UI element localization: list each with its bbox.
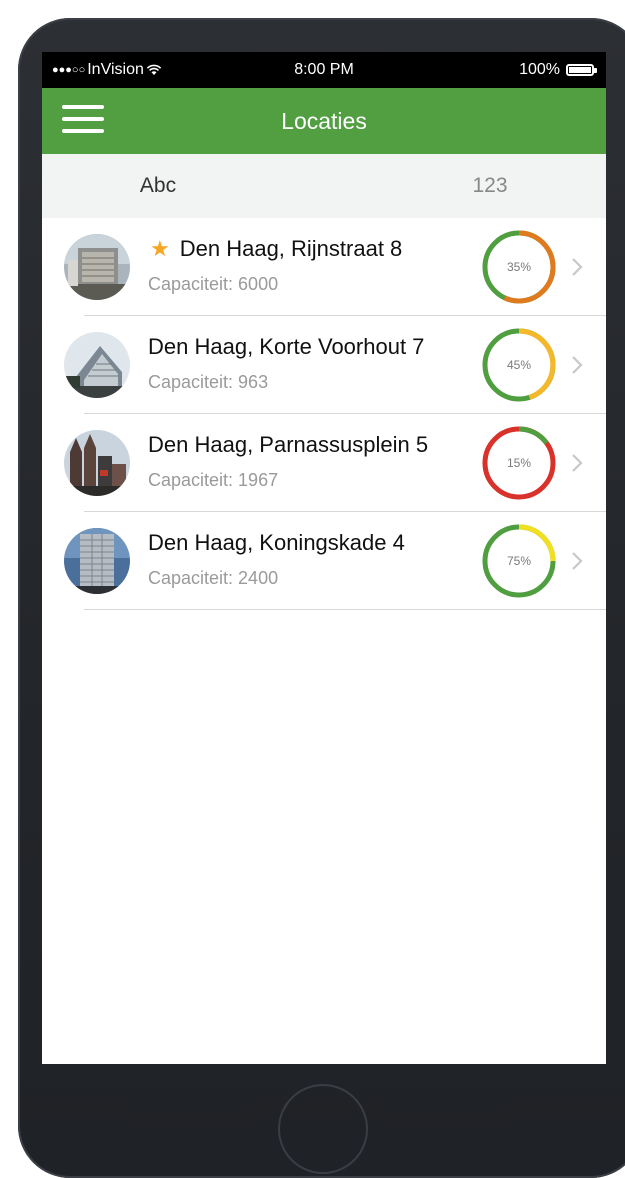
location-capacity: Capaciteit: 1967 (148, 470, 279, 490)
page-title: Locaties (281, 108, 367, 134)
nav-bar: Locaties (42, 88, 606, 154)
chevron-right-icon (572, 258, 583, 276)
building-thumbnail (64, 234, 130, 300)
location-name: Den Haag, Koningskade 4 (148, 530, 405, 555)
battery-percentage: 100% (519, 61, 560, 78)
location-capacity: Capaciteit: 2400 (148, 568, 279, 588)
status-bar: ●●●○○ InVision 8:00 PM 100% (42, 52, 606, 88)
occupancy-label: 45% (506, 358, 532, 372)
tab-123[interactable]: 123 (334, 154, 606, 218)
building-thumbnail (64, 332, 130, 398)
tab-abc[interactable]: Abc (42, 154, 334, 218)
building-thumbnail (64, 430, 130, 496)
chevron-right-icon (572, 356, 583, 374)
occupancy-label: 75% (506, 554, 532, 568)
location-name: Den Haag, Parnassusplein 5 (148, 432, 429, 457)
status-right: 100% (519, 61, 597, 79)
list-item[interactable]: Den Haag, Koningskade 4 Capaciteit: 2400… (42, 512, 606, 610)
battery-icon (566, 64, 597, 76)
occupancy-label: 35% (506, 260, 532, 274)
chevron-right-icon (572, 454, 583, 472)
location-title: Den Haag, Parnassusplein 5 (148, 432, 428, 458)
occupancy-label: 15% (506, 456, 532, 470)
app-screen: ●●●○○ InVision 8:00 PM 100% Locaties Abc… (42, 52, 606, 1064)
location-title: ★ Den Haag, Rijnstraat 8 (148, 236, 402, 262)
location-title: Den Haag, Korte Voorhout 7 (148, 334, 424, 360)
list-item[interactable]: ★ Den Haag, Rijnstraat 8 Capaciteit: 600… (42, 218, 606, 316)
location-capacity: Capaciteit: 6000 (148, 274, 279, 294)
list-item[interactable]: Den Haag, Korte Voorhout 7 Capaciteit: 9… (42, 316, 606, 414)
location-capacity: Capaciteit: 963 (148, 372, 269, 392)
building-thumbnail (64, 528, 130, 594)
location-list: ★ Den Haag, Rijnstraat 8 Capaciteit: 600… (42, 218, 606, 610)
sort-segmented-control: Abc 123 (42, 154, 606, 218)
chevron-right-icon (572, 552, 583, 570)
location-name: Den Haag, Korte Voorhout 7 (148, 334, 425, 359)
list-item[interactable]: Den Haag, Parnassusplein 5 Capaciteit: 1… (42, 414, 606, 512)
location-name: Den Haag, Rijnstraat 8 (179, 236, 403, 261)
favorite-star-icon[interactable]: ★ (150, 236, 170, 262)
location-title: Den Haag, Koningskade 4 (148, 530, 405, 556)
home-button[interactable] (278, 1084, 368, 1174)
